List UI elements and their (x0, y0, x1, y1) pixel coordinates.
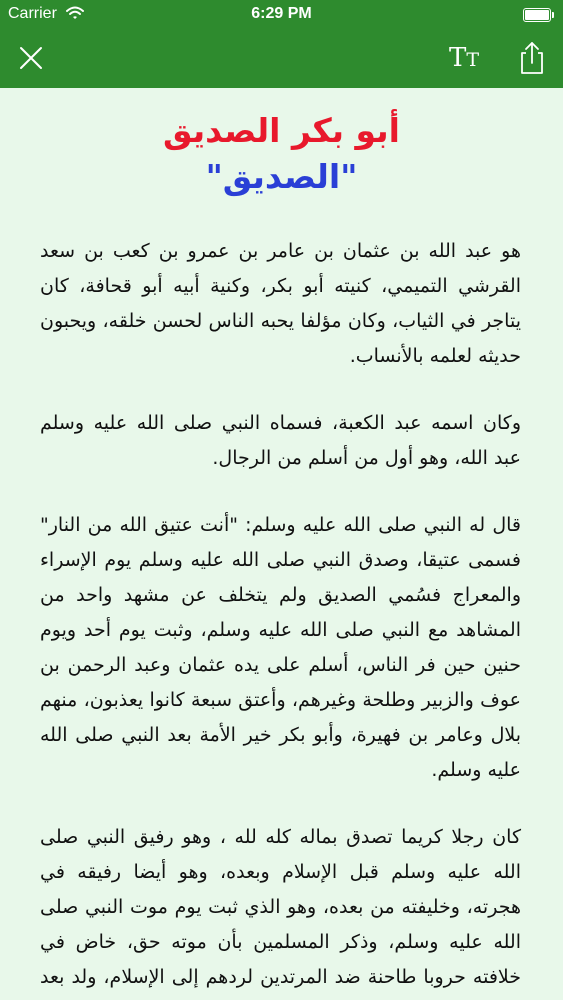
article-paragraph: قال له النبي صلى الله عليه وسلم: "أنت عت… (40, 514, 521, 781)
article-title: أبو بكر الصديق (163, 111, 400, 150)
close-button[interactable] (13, 40, 49, 76)
font-size-label-small: T (466, 49, 480, 71)
article-paragraph: هو عبد الله بن عثمان بن عامر بن عمرو بن … (40, 240, 521, 367)
article-content[interactable]: أبو بكر الصديق "الصديق" هو عبد الله بن ع… (0, 88, 563, 1000)
font-size-label-large: T (449, 43, 467, 73)
navigation-bar: TT (0, 28, 563, 88)
status-bar: Carrier 6:29 PM (0, 0, 563, 28)
status-time: 6:29 PM (251, 5, 312, 22)
article-paragraph: وكان اسمه عبد الكعبة، فسماه النبي صلى ال… (40, 412, 521, 469)
battery-icon (523, 8, 554, 22)
share-button[interactable] (514, 40, 550, 76)
font-size-button[interactable]: TT (449, 40, 495, 76)
close-icon (13, 47, 49, 80)
font-size-icon: TT (449, 43, 479, 73)
article-paragraph: كان رجلا كريما تصدق بماله كله لله ، وهو … (40, 826, 521, 988)
share-icon (514, 42, 550, 80)
article-subtitle: "الصديق" (205, 157, 358, 196)
